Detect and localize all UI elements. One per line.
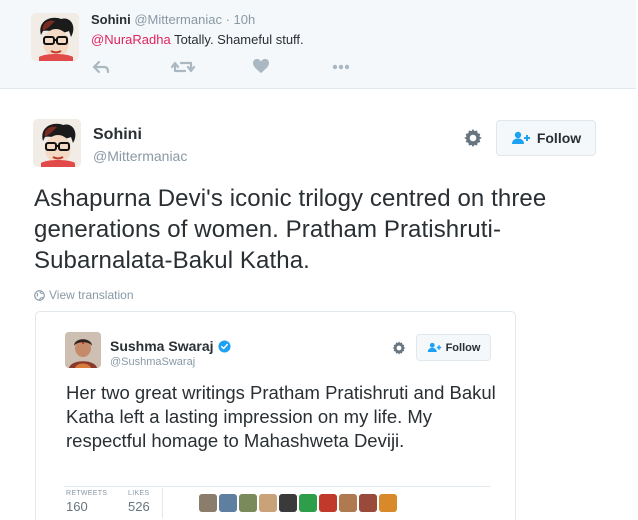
reply-tweet[interactable]: Sohini @Mittermaniac · 10h @NuraRadha To… <box>0 0 636 89</box>
liker-avatar <box>299 494 317 512</box>
liker-avatar <box>199 494 217 512</box>
embedded-author: Sushma Swaraj <box>110 338 231 354</box>
embedded-likes-stat: LIKES 526 <box>128 490 150 514</box>
embedded-avatar <box>65 332 101 368</box>
more-icon[interactable] <box>331 58 351 76</box>
liker-avatar <box>239 494 257 512</box>
cartoon-avatar-image <box>31 13 79 61</box>
reply-icon[interactable] <box>91 58 111 76</box>
globe-icon <box>34 289 45 301</box>
reply-header: Sohini @Mittermaniac · 10h <box>91 12 255 27</box>
like-icon[interactable] <box>251 58 271 76</box>
main-author-handle[interactable]: @Mittermaniac <box>93 148 187 164</box>
view-translation-label: View translation <box>49 288 134 302</box>
follow-label: Follow <box>536 130 582 146</box>
reply-body: Totally. Shameful stuff. <box>170 32 304 47</box>
liker-avatar <box>359 494 377 512</box>
liker-avatar <box>379 494 397 512</box>
embedded-tweet-text: Her two great writings Pratham Pratishru… <box>66 382 496 451</box>
embedded-gear-icon <box>391 340 407 356</box>
liker-avatar <box>279 494 297 512</box>
reply-author-name[interactable]: Sohini <box>91 12 131 27</box>
liker-avatar <box>319 494 337 512</box>
embedded-tweet-image[interactable]: Sushma Swaraj @SushmaSwaraj Follow Her t… <box>35 311 516 520</box>
embedded-divider <box>64 486 490 487</box>
reply-mention-link[interactable]: @NuraRadha <box>91 32 171 47</box>
likes-count: 526 <box>128 499 150 514</box>
follow-button[interactable]: Follow <box>496 120 596 156</box>
retweets-count: 160 <box>66 499 88 514</box>
embedded-author-name: Sushma Swaraj <box>110 338 214 354</box>
embedded-stat-divider <box>162 488 163 518</box>
add-user-icon <box>427 342 441 352</box>
reply-separator: · <box>225 12 230 27</box>
liker-avatar <box>339 494 357 512</box>
embedded-author-handle: @SushmaSwaraj <box>110 356 196 368</box>
view-translation-link[interactable]: View translation <box>34 288 134 302</box>
cartoon-avatar-image <box>33 119 81 167</box>
verified-badge-icon <box>217 339 231 353</box>
tweet-text: Ashapurna Devi's iconic trilogy centred … <box>34 185 547 274</box>
retweet-icon[interactable] <box>170 58 196 76</box>
retweets-label: RETWEETS <box>66 490 108 497</box>
reply-text: @NuraRadha Totally. Shameful stuff. <box>91 32 304 47</box>
liker-avatars <box>199 494 397 512</box>
likes-label: LIKES <box>128 490 150 497</box>
gear-icon[interactable] <box>462 127 484 149</box>
portrait-avatar-image <box>65 332 101 368</box>
reply-avatar[interactable] <box>31 13 79 61</box>
embedded-follow-label: Follow <box>445 341 481 354</box>
reply-timestamp[interactable]: 10h <box>234 12 256 27</box>
embedded-retweets-stat: RETWEETS 160 <box>66 490 107 514</box>
reply-author-handle[interactable]: @Mittermaniac <box>134 12 222 27</box>
reply-actions <box>91 58 361 76</box>
main-author-name[interactable]: Sohini <box>93 126 142 144</box>
liker-avatar <box>219 494 237 512</box>
embedded-follow-button: Follow <box>416 334 491 361</box>
liker-avatar <box>259 494 277 512</box>
add-user-icon <box>511 131 530 144</box>
main-avatar[interactable] <box>33 119 81 167</box>
